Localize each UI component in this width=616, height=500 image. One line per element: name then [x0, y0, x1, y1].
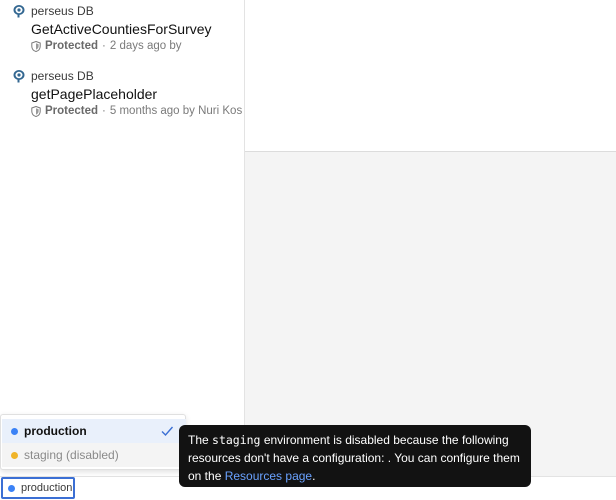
query-list-item[interactable]: perseus DB getPagePlaceholder Protected … [12, 69, 242, 117]
postgres-elephant-icon [12, 69, 26, 83]
updated-meta: 5 months ago by Nuri Kos [109, 105, 243, 117]
protected-badge: Protected [45, 40, 99, 52]
environment-option-staging[interactable]: staging (disabled) [2, 443, 186, 467]
shield-icon [31, 105, 41, 117]
query-list-item[interactable]: perseus DB GetActiveCountiesForSurvey Pr… [12, 4, 242, 52]
check-icon [160, 424, 174, 438]
environment-dropdown: production staging (disabled) [0, 414, 186, 470]
editor-pane [245, 0, 616, 152]
resource-name: perseus DB [31, 4, 94, 18]
query-name: GetActiveCountiesForSurvey [31, 21, 212, 37]
protected-badge: Protected [45, 105, 99, 117]
query-meta: Protected · 2 days ago by [31, 40, 247, 52]
environment-code: staging [212, 433, 261, 447]
query-name: getPagePlaceholder [31, 86, 158, 102]
app-root: perseus DB GetActiveCountiesForSurvey Pr… [0, 0, 616, 500]
environment-option-production[interactable]: production [2, 419, 186, 443]
resource-name: perseus DB [31, 69, 94, 83]
environment-option-label: staging (disabled) [24, 448, 119, 462]
query-meta: Protected · 5 months ago by Nuri Kos [31, 105, 247, 117]
environment-selector[interactable]: production [1, 477, 75, 499]
resources-page-link[interactable]: Resources page [225, 469, 312, 483]
environment-dot-icon [11, 427, 18, 435]
shield-icon [31, 40, 41, 52]
query-list-panel: perseus DB GetActiveCountiesForSurvey Pr… [0, 0, 245, 476]
disabled-environment-tooltip: The staging environment is disabled beca… [179, 425, 531, 487]
environment-current-label: production [21, 482, 73, 494]
environment-dot-icon [11, 451, 18, 459]
environment-dot-icon [8, 484, 15, 492]
updated-meta: 2 days ago by [109, 40, 182, 52]
environment-option-label: production [24, 424, 87, 438]
postgres-elephant-icon [12, 4, 26, 18]
